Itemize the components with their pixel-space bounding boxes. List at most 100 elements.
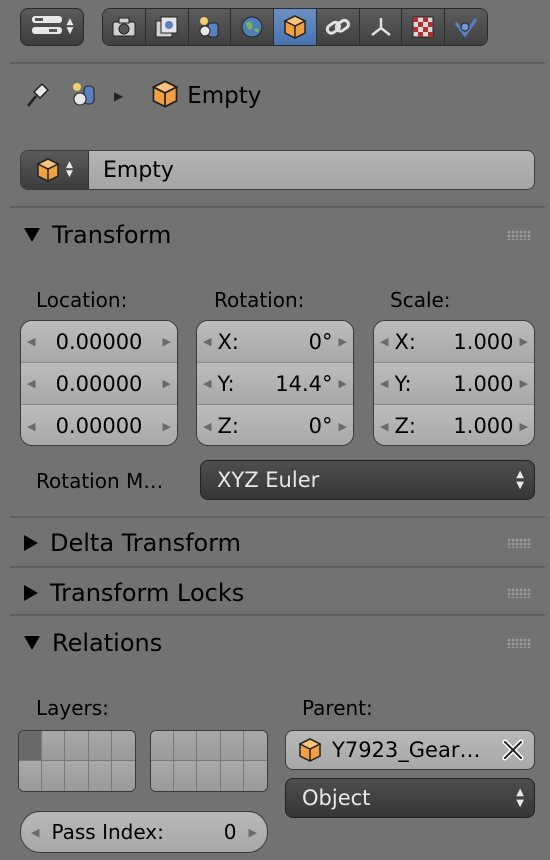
layer-toggle[interactable] <box>88 731 112 761</box>
location-fields: ◀ 0.00000 ▶ ◀ 0.00000 ▶ ◀ 0.00000 ▶ <box>20 320 178 446</box>
layer-toggle[interactable] <box>111 731 135 761</box>
transform-panel-header[interactable]: Transform <box>10 210 545 260</box>
tab-scene[interactable] <box>188 9 232 45</box>
decrement-arrow-icon[interactable]: ◀ <box>380 377 388 390</box>
increment-arrow-icon[interactable]: ▶ <box>163 335 171 348</box>
increment-arrow-icon[interactable]: ▶ <box>163 420 171 433</box>
relations-panel-header[interactable]: Relations <box>10 618 545 668</box>
header-divider <box>10 62 545 64</box>
tab-render-layers[interactable] <box>145 9 189 45</box>
pass-index-field[interactable]: ◀ Pass Index: 0 ▶ <box>20 811 268 853</box>
layer-toggle[interactable] <box>65 731 89 761</box>
render-layers-icon <box>155 16 178 38</box>
clear-x-icon[interactable] <box>500 737 526 768</box>
layer-toggle[interactable] <box>197 731 221 761</box>
drag-grip-icon[interactable] <box>507 588 531 598</box>
layer-toggle[interactable] <box>42 761 66 791</box>
layer-toggle[interactable] <box>243 731 267 761</box>
panel-divider <box>10 206 545 208</box>
chevron-right-icon: ▶ <box>114 89 124 103</box>
layer-toggle[interactable] <box>19 761 43 791</box>
layer-toggle[interactable] <box>65 761 89 791</box>
rotation-mode-dropdown[interactable]: XYZ Euler ▲ ▼ <box>200 460 535 500</box>
scale-x-field[interactable]: ◀ X: 1.000 ▶ <box>374 321 534 363</box>
drag-grip-icon[interactable] <box>507 638 531 648</box>
layer-toggle[interactable] <box>220 761 244 791</box>
panel-title: Relations <box>52 629 163 657</box>
delta-transform-panel-header[interactable]: Delta Transform <box>10 518 545 568</box>
drag-grip-icon[interactable] <box>507 230 531 240</box>
rotation-mode-label: Rotation M… <box>36 469 164 493</box>
location-y-field[interactable]: ◀ 0.00000 ▶ <box>21 363 177 405</box>
pin-icon[interactable] <box>22 78 54 114</box>
tab-data[interactable] <box>359 9 403 45</box>
layer-toggle[interactable] <box>243 761 267 791</box>
scale-z-field[interactable]: ◀ Z: 1.000 ▶ <box>374 405 534 445</box>
increment-arrow-icon[interactable]: ▶ <box>339 377 347 390</box>
chevron-updown-icon: ▲ ▼ <box>516 787 524 809</box>
layer-toggle[interactable] <box>42 731 66 761</box>
chevron-updown-icon: ▲ ▼ <box>66 17 74 36</box>
tab-physics[interactable] <box>445 9 487 45</box>
panel-divider <box>10 614 545 616</box>
rotation-label: Rotation: <box>214 288 305 312</box>
layers-grid-right <box>150 730 268 792</box>
location-label: Location: <box>36 288 128 312</box>
editor-type-menu-button[interactable]: ▲ ▼ <box>20 8 84 46</box>
decrement-arrow-icon[interactable]: ◀ <box>27 377 35 390</box>
decrement-arrow-icon[interactable]: ◀ <box>31 826 39 839</box>
decrement-arrow-icon[interactable]: ◀ <box>27 335 35 348</box>
decrement-arrow-icon[interactable]: ◀ <box>27 420 35 433</box>
scene-icon <box>68 78 100 114</box>
tab-world[interactable] <box>231 9 275 45</box>
increment-arrow-icon[interactable]: ▶ <box>520 335 528 348</box>
layers-grid-left <box>18 730 136 792</box>
increment-arrow-icon[interactable]: ▶ <box>339 335 347 348</box>
tab-object[interactable] <box>274 9 317 45</box>
increment-arrow-icon[interactable]: ▶ <box>163 377 171 390</box>
rotation-x-field[interactable]: ◀ X: 0° ▶ <box>197 321 353 363</box>
decrement-arrow-icon[interactable]: ◀ <box>203 335 211 348</box>
parent-field[interactable]: Y7923_Gear… <box>285 730 535 770</box>
increment-arrow-icon[interactable]: ▶ <box>249 826 257 839</box>
decrement-arrow-icon[interactable]: ◀ <box>380 335 388 348</box>
tab-texture[interactable] <box>402 9 446 45</box>
parent-label: Parent: <box>302 696 373 720</box>
layer-toggle[interactable] <box>19 731 43 761</box>
world-icon <box>241 16 263 38</box>
layer-toggle[interactable] <box>151 731 175 761</box>
parent-type-dropdown[interactable]: Object ▲ ▼ <box>285 778 535 818</box>
layer-toggle[interactable] <box>151 761 175 791</box>
expand-triangle-icon <box>24 585 38 601</box>
decrement-arrow-icon[interactable]: ◀ <box>203 377 211 390</box>
location-x-field[interactable]: ◀ 0.00000 ▶ <box>21 321 177 363</box>
layer-toggle[interactable] <box>197 761 221 791</box>
layer-toggle[interactable] <box>220 731 244 761</box>
increment-arrow-icon[interactable]: ▶ <box>520 420 528 433</box>
breadcrumb-object-label: Empty <box>187 83 262 109</box>
layer-toggle[interactable] <box>174 731 198 761</box>
cube-icon <box>151 79 179 113</box>
transform-locks-panel-header[interactable]: Transform Locks <box>10 568 545 618</box>
rotation-y-field[interactable]: ◀ Y: 14.4° ▶ <box>197 363 353 405</box>
layer-toggle[interactable] <box>174 761 198 791</box>
scale-y-field[interactable]: ◀ Y: 1.000 ▶ <box>374 363 534 405</box>
drag-grip-icon[interactable] <box>507 538 531 548</box>
location-z-field[interactable]: ◀ 0.00000 ▶ <box>21 405 177 445</box>
object-browse-button[interactable]: ▲ ▼ <box>21 151 89 189</box>
decrement-arrow-icon[interactable]: ◀ <box>203 420 211 433</box>
layer-toggle[interactable] <box>111 761 135 791</box>
parent-name: Y7923_Gear… <box>332 738 481 762</box>
tab-constraints[interactable] <box>316 9 360 45</box>
scale-fields: ◀ X: 1.000 ▶ ◀ Y: 1.000 ▶ ◀ Z: 1.000 ▶ <box>373 320 535 446</box>
layer-toggle[interactable] <box>88 761 112 791</box>
increment-arrow-icon[interactable]: ▶ <box>520 377 528 390</box>
decrement-arrow-icon[interactable]: ◀ <box>380 420 388 433</box>
tab-render[interactable] <box>103 9 146 45</box>
rotation-fields: ◀ X: 0° ▶ ◀ Y: 14.4° ▶ ◀ Z: 0° ▶ <box>196 320 354 446</box>
chevron-updown-icon: ▲ ▼ <box>516 469 524 491</box>
rotation-z-field[interactable]: ◀ Z: 0° ▶ <box>197 405 353 445</box>
increment-arrow-icon[interactable]: ▶ <box>339 420 347 433</box>
object-name-field[interactable]: Empty <box>89 151 534 189</box>
chevron-updown-icon: ▲ ▼ <box>66 160 73 179</box>
